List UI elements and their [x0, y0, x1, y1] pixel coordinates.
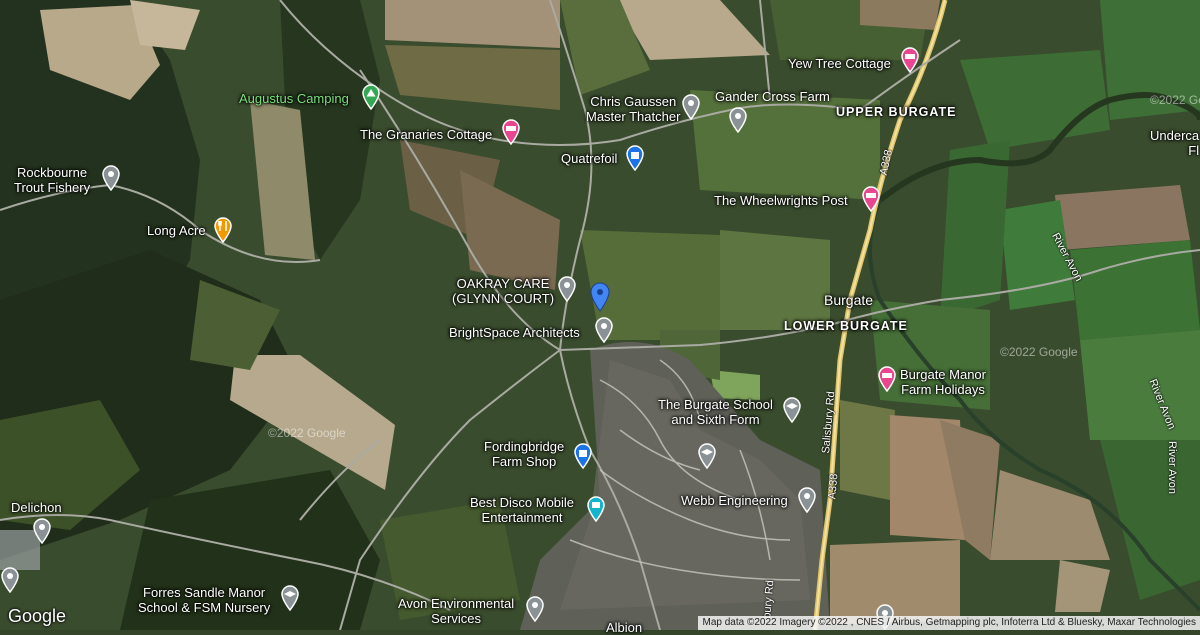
map-watermark: ©2022 Google	[1150, 93, 1200, 107]
brightspace-architects-label[interactable]: BrightSpace Architects	[449, 325, 580, 340]
label-line: Avon Environmental	[398, 596, 515, 611]
label-line: Best Disco Mobile	[470, 495, 575, 510]
label-line: Fl	[1188, 143, 1200, 158]
best-disco-label[interactable]: Best Disco Mobile Entertainment	[470, 495, 574, 525]
label-line: Underca	[1150, 128, 1200, 143]
place-pin-icon[interactable]	[681, 94, 701, 120]
label-line: Farm Shop	[491, 454, 557, 469]
burgate-manor-label[interactable]: Burgate Manor Farm Holidays	[900, 367, 986, 397]
label-line: Forres Sandle Manor	[143, 585, 266, 600]
place-pin-icon[interactable]	[101, 165, 121, 191]
undercastle-label[interactable]: Underca Fl	[1150, 128, 1199, 158]
map-watermark: ©2022 Google	[268, 426, 346, 440]
label-line: The Burgate School	[658, 397, 773, 412]
augustus-camping-label[interactable]: Augustus Camping	[239, 91, 349, 106]
label-line: Entertainment	[481, 510, 563, 525]
a338-road-label: A338	[826, 473, 841, 500]
label-line: Rockbourne	[16, 165, 88, 180]
burgate-label: Burgate	[824, 292, 874, 308]
label-line: (GLYNN COURT)	[452, 291, 555, 306]
label-line: Trout Fishery	[14, 180, 91, 195]
label-line: Farm Holidays	[901, 382, 985, 397]
place-pin-icon[interactable]	[557, 276, 577, 302]
place-pin-icon[interactable]	[594, 317, 614, 343]
place-pin-icon[interactable]	[0, 567, 20, 593]
oakray-care-label[interactable]: OAKRAY CARE (GLYNN COURT)	[452, 276, 554, 306]
shopping-icon[interactable]	[573, 443, 593, 469]
label-line: Burgate Manor	[900, 367, 986, 382]
shopping-icon[interactable]	[625, 145, 645, 171]
school-icon[interactable]	[697, 443, 717, 469]
label-line: Chris Gaussen	[590, 94, 677, 109]
long-acre-label[interactable]: Long Acre	[147, 223, 206, 238]
hotel-icon[interactable]	[877, 366, 897, 392]
selected-location-pin-icon[interactable]	[589, 282, 611, 312]
school-icon[interactable]	[782, 397, 802, 423]
school-icon[interactable]	[280, 585, 300, 611]
place-pin-icon[interactable]	[728, 107, 748, 133]
river-avon-label: River Avon	[1166, 441, 1178, 494]
yew-tree-cottage-label[interactable]: Yew Tree Cottage	[788, 56, 891, 71]
quatrefoil-label[interactable]: Quatrefoil	[561, 151, 617, 166]
granaries-cottage-label[interactable]: The Granaries Cottage	[360, 127, 492, 142]
delichon-label[interactable]: Delichon	[11, 500, 62, 515]
lower-burgate-label: LOWER BURGATE	[784, 319, 908, 333]
chris-gaussen-label[interactable]: Chris Gaussen Master Thatcher	[586, 94, 680, 124]
map-attribution[interactable]: Map data ©2022 Imagery ©2022 , CNES / Ai…	[698, 616, 1200, 630]
upper-burgate-label: UPPER BURGATE	[836, 105, 957, 119]
rockbourne-trout-fishery-label[interactable]: Rockbourne Trout Fishery	[14, 165, 90, 195]
label-line: and Sixth Form	[671, 412, 760, 427]
avon-environmental-label[interactable]: Avon Environmental Services	[398, 596, 514, 626]
restaurant-icon[interactable]	[213, 217, 233, 243]
label-line: School & FSM Nursery	[138, 600, 271, 615]
wheelwrights-post-label[interactable]: The Wheelwrights Post	[714, 193, 848, 208]
albion-label[interactable]: Albion	[606, 620, 642, 635]
place-pin-icon[interactable]	[32, 518, 52, 544]
label-line: Master Thatcher	[586, 109, 681, 124]
hotel-icon[interactable]	[501, 119, 521, 145]
camping-icon[interactable]	[361, 84, 381, 110]
map-watermark: ©2022 Google	[1000, 345, 1078, 359]
entertainment-icon[interactable]	[586, 496, 606, 522]
gander-cross-farm-label[interactable]: Gander Cross Farm	[715, 89, 830, 104]
hotel-icon[interactable]	[900, 47, 920, 73]
google-logo: Google	[8, 606, 67, 626]
label-line: Fordingbridge	[484, 439, 565, 454]
burgate-school-label[interactable]: The Burgate School and Sixth Form	[658, 397, 773, 427]
place-pin-icon[interactable]	[525, 596, 545, 622]
hotel-icon[interactable]	[861, 186, 881, 212]
forres-sandle-manor-label[interactable]: Forres Sandle Manor School & FSM Nursery	[138, 585, 270, 615]
label-line: OAKRAY CARE	[456, 276, 550, 291]
place-pin-icon[interactable]	[797, 487, 817, 513]
label-line: Services	[431, 611, 481, 626]
webb-engineering-label[interactable]: Webb Engineering	[681, 493, 788, 508]
fordingbridge-farm-shop-label[interactable]: Fordingbridge Farm Shop	[484, 439, 564, 469]
